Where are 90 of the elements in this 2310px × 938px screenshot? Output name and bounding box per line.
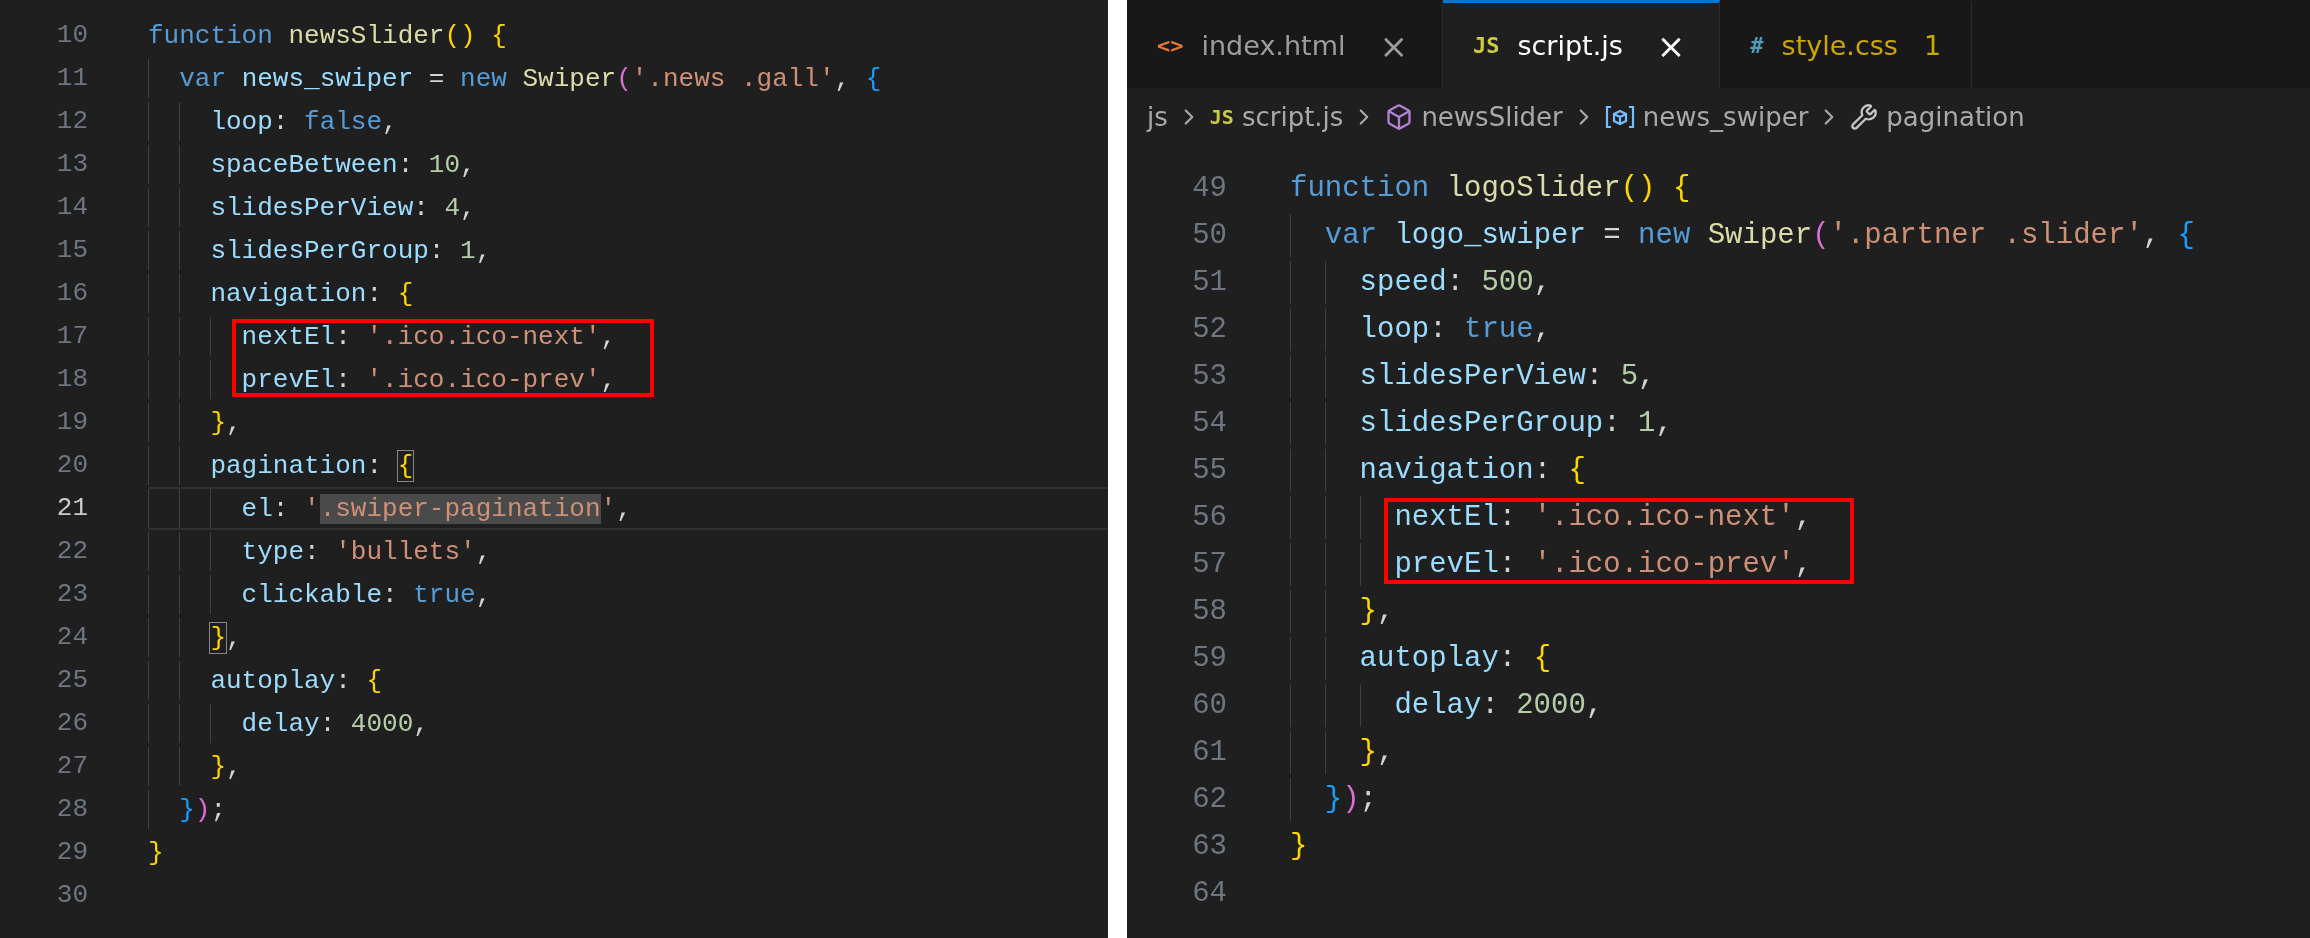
code-line: slidesPerGroup: 1,: [210, 234, 492, 268]
line-number: 60: [1191, 688, 1227, 724]
code-line: });: [179, 793, 227, 827]
line-number: 13: [55, 148, 88, 181]
line-number: 51: [1191, 265, 1227, 301]
editor-tab[interactable]: JS script.js ×: [1442, 0, 1721, 88]
code-line: autoplay: {: [210, 664, 383, 698]
code-line: }: [1290, 829, 1308, 865]
line-number: 64: [1191, 876, 1227, 912]
line-number: 10: [55, 19, 88, 52]
line-number: 55: [1191, 453, 1227, 489]
line-number: 52: [1191, 312, 1227, 348]
line-number: 21: [55, 492, 88, 525]
line-number: 20: [55, 449, 88, 482]
line-number: 17: [55, 320, 88, 353]
close-button[interactable]: ×: [1375, 28, 1412, 63]
file-type-icon: <>: [1157, 33, 1184, 58]
line-number: 27: [55, 750, 88, 783]
code-line: },: [1359, 594, 1395, 630]
line-number: 30: [55, 879, 88, 912]
line-number: 23: [55, 578, 88, 611]
line-number: 53: [1191, 359, 1227, 395]
tab-label: style.css: [1781, 30, 1898, 61]
breadcrumb-item[interactable]: pagination: [1886, 101, 2025, 132]
breadcrumb-item[interactable]: news_swiper: [1642, 101, 1809, 132]
breadcrumb-item[interactable]: newsSlider: [1421, 101, 1563, 132]
code-line: var news_swiper = new Swiper('.news .gall', {: [179, 62, 882, 96]
tab-label: script.js: [1517, 30, 1623, 61]
cube-icon: [1385, 102, 1414, 131]
variable-icon: [1604, 103, 1635, 130]
code-line: loop: false,: [210, 105, 398, 139]
code-line: var logo_swiper = new Swiper('.partner .slider', {: [1324, 218, 2195, 254]
code-line: slidesPerView: 4,: [210, 191, 476, 225]
line-number: 16: [55, 277, 88, 310]
wrench-icon: [1850, 102, 1879, 131]
code-line: navigation: {: [1359, 453, 1586, 489]
line-number: 58: [1191, 594, 1227, 630]
line-number: 56: [1191, 500, 1227, 536]
code-line: function logoSlider() {: [1290, 171, 1691, 207]
line-number: 29: [55, 836, 88, 869]
line-number: 19: [55, 406, 88, 439]
code-line: delay: 2000,: [1394, 688, 1604, 724]
breadcrumb-item[interactable]: script.js: [1241, 101, 1344, 132]
code-line: }: [148, 836, 164, 870]
line-number: 57: [1191, 547, 1227, 583]
js-file-icon: JS: [1209, 104, 1234, 129]
code-line: navigation: {: [210, 277, 414, 311]
line-number: 63: [1191, 829, 1227, 865]
line-number: 12: [55, 105, 88, 138]
file-type-icon: JS: [1472, 33, 1500, 58]
line-number: 18: [55, 363, 88, 396]
code-line: });: [1324, 782, 1377, 818]
line-number: 49: [1191, 171, 1227, 207]
code-line: },: [210, 621, 242, 655]
code-line: },: [210, 750, 242, 784]
code-line: prevEl: '.ico.ico-prev',: [1394, 547, 1813, 583]
code-line: function newsSlider() {: [148, 19, 507, 53]
code-line: autoplay: {: [1359, 641, 1552, 677]
code-line: },: [210, 406, 242, 440]
code-line: },: [1359, 735, 1395, 771]
line-number: 14: [55, 191, 88, 224]
code-line: slidesPerView: 5,: [1359, 359, 1656, 395]
line-number: 50: [1191, 218, 1227, 254]
code-line: pagination: {: [210, 449, 414, 483]
code-line: slidesPerGroup: 1,: [1359, 406, 1673, 442]
tab-label: index.html: [1201, 30, 1346, 61]
line-number: 61: [1191, 735, 1227, 771]
code-line: delay: 4000,: [241, 707, 429, 741]
problem-count: 1: [1923, 30, 1942, 61]
file-type-icon: #: [1750, 33, 1764, 58]
line-number: 25: [55, 664, 88, 697]
line-number: 28: [55, 793, 88, 826]
line-number: 59: [1191, 641, 1227, 677]
line-number: 15: [55, 234, 88, 267]
close-button[interactable]: ×: [1652, 28, 1690, 63]
line-number: 26: [55, 707, 88, 740]
breadcrumb-item[interactable]: js: [1147, 101, 1168, 132]
code-line: nextEl: '.ico.ico-next',: [1394, 500, 1813, 536]
line-number: 24: [55, 621, 88, 654]
code-line: prevEl: '.ico.ico-prev',: [241, 363, 617, 397]
line-number: 22: [55, 535, 88, 568]
code-line: clickable: true,: [241, 578, 492, 612]
code-line: nextEl: '.ico.ico-next',: [241, 320, 617, 354]
line-number: 11: [55, 62, 88, 95]
code-line: loop: true,: [1359, 312, 1552, 348]
code-line: speed: 500,: [1359, 265, 1552, 301]
code-line: type: 'bullets',: [241, 535, 492, 569]
line-number: 62: [1191, 782, 1227, 818]
line-number: 54: [1191, 406, 1227, 442]
code-line: spaceBetween: 10,: [210, 148, 476, 182]
